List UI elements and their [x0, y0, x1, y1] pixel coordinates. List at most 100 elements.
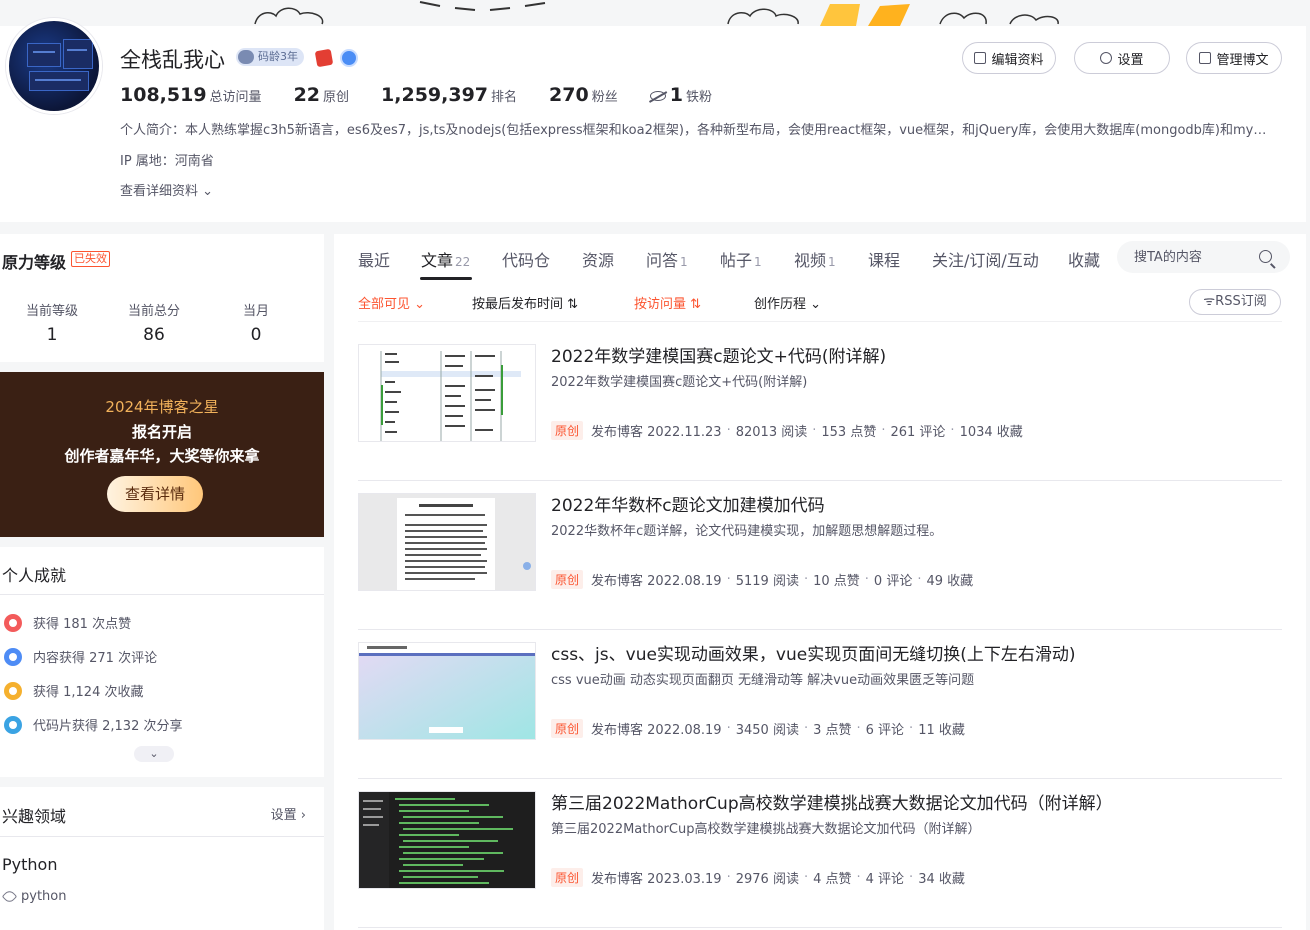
- avatar-line: [35, 79, 81, 81]
- tab-recent[interactable]: 最近: [358, 247, 390, 271]
- force-label: 当前总分: [127, 304, 180, 319]
- article-title[interactable]: 第三届2022MathorCup高校数学建模挑战赛大数据论文加代码（附详解）: [551, 789, 1113, 814]
- tab-favorites[interactable]: 收藏: [1068, 247, 1100, 271]
- avatar-screen-bottom: [29, 71, 89, 91]
- original-badge: 原创: [551, 421, 584, 440]
- stat-iron-fans[interactable]: 1 铁粉: [649, 84, 712, 106]
- search-icon[interactable]: [1259, 250, 1272, 263]
- tab-articles[interactable]: 文章 22: [421, 247, 470, 271]
- expand-achievements-button[interactable]: ⌄: [134, 746, 174, 762]
- rss-subscribe-button[interactable]: ᯤRSS订阅: [1189, 289, 1281, 315]
- code-age-badge: 码龄3年: [236, 48, 304, 66]
- achievement-likes: 获得 181 次点赞: [4, 613, 131, 632]
- favorite-count: 11 收藏: [918, 723, 965, 738]
- stat-label: 铁粉: [685, 90, 712, 105]
- interest-card: 兴趣领域 设置 › Python python: [0, 787, 324, 930]
- tab-qa[interactable]: 问答 1: [646, 247, 688, 271]
- read-count: 5119 阅读: [735, 574, 799, 589]
- separator-dot: ·: [864, 572, 869, 587]
- avatar[interactable]: [6, 18, 102, 114]
- filter-bar: 全部可见 ⌄ 按最后发布时间 ⇅ 按访问量 ⇅ 创作历程 ⌄ ᯤRSS订阅: [334, 280, 1306, 322]
- stat-value: 1,259,397: [381, 84, 489, 106]
- article-thumbnail[interactable]: [358, 791, 536, 889]
- tab-resources[interactable]: 资源: [582, 247, 614, 271]
- separator-dot: ·: [856, 870, 861, 885]
- force-label: 当月: [242, 304, 269, 319]
- manage-posts-button[interactable]: 管理博文: [1186, 42, 1282, 74]
- article-thumbnail[interactable]: [358, 344, 536, 442]
- visibility-filter-label: 全部可见: [358, 297, 411, 312]
- article-item[interactable]: 2022年数学建模国赛c题论文+代码(附详解) 2022年数学建模国赛c题论文+…: [358, 332, 1282, 481]
- interest-category: Python: [2, 855, 58, 874]
- tab-label: 文章: [421, 251, 454, 270]
- favorite-count: 49 收藏: [926, 574, 974, 589]
- interest-tag[interactable]: python: [1, 888, 66, 905]
- profile-intro: 个人简介：本人熟练掌握c3h5新语言，es6及es7，js,ts及nodejs(…: [120, 123, 1270, 138]
- stat-visits: 108,519 总访问量: [120, 84, 262, 106]
- rss-icon: ᯤ: [1203, 294, 1216, 309]
- tab-code-repo[interactable]: 代码仓: [502, 247, 550, 271]
- force-level-title: 原力等级: [2, 253, 67, 272]
- visibility-filter[interactable]: 全部可见 ⌄: [358, 293, 425, 312]
- code-age-label: 码龄3年: [258, 50, 298, 63]
- divider: [0, 594, 324, 595]
- sort-by-time[interactable]: 按最后发布时间 ⇅: [472, 293, 578, 312]
- article-item[interactable]: css、js、vue实现动画效果，vue实现页面间无缝切换(上下左右滑动) cs…: [358, 630, 1282, 779]
- profile-header: 全栈乱我心 码龄3年 108,519 总访问量 22 原创 1,259,397 …: [0, 18, 1306, 222]
- read-count: 2976 阅读: [735, 872, 799, 887]
- separator-dot: ·: [803, 572, 809, 587]
- edit-profile-button[interactable]: 编辑资料: [962, 42, 1056, 74]
- tab-label: 代码仓: [502, 251, 551, 270]
- content-tabs: 最近 文章 22 代码仓 资源 问答 1 帖子 1 视频 1 课程 关注/订阅/互动 收…: [334, 234, 1306, 280]
- stat-original[interactable]: 22 原创: [294, 84, 349, 106]
- stat-fans[interactable]: 270 粉丝: [549, 84, 618, 106]
- favorite-count: 1034 收藏: [959, 425, 1023, 440]
- stat-rank[interactable]: 1,259,397 排名: [381, 84, 517, 106]
- original-badge: 原创: [551, 719, 584, 738]
- interest-title: 兴趣领域: [2, 807, 67, 826]
- rss-label: RSS订阅: [1215, 294, 1267, 309]
- search-input[interactable]: [1117, 241, 1237, 273]
- sort-by-visits[interactable]: 按访问量 ⇅: [634, 293, 701, 312]
- tab-follow[interactable]: 关注/订阅/互动: [932, 247, 1039, 271]
- tab-courses[interactable]: 课程: [868, 247, 900, 271]
- article-thumbnail[interactable]: [358, 642, 536, 740]
- comment-count: 0 评论: [873, 574, 913, 589]
- article-thumbnail[interactable]: [358, 493, 536, 591]
- sort-visits-label: 按访问量: [634, 297, 687, 312]
- stat-value: 1: [669, 84, 683, 106]
- creation-history[interactable]: 创作历程 ⌄: [754, 293, 821, 312]
- article-item[interactable]: 第三届2022MathorCup高校数学建模挑战赛大数据论文加代码（附详解） 第…: [358, 779, 1282, 928]
- article-summary: 第三届2022MathorCup高校数学建模挑战赛大数据论文加代码（附详解）: [551, 822, 981, 837]
- separator-dot: ·: [726, 870, 731, 885]
- separator-dot: ·: [950, 423, 955, 438]
- view-details-link[interactable]: 查看详细资料 ⌄: [120, 180, 213, 199]
- tab-count: 1: [754, 255, 762, 269]
- red-badge-icon[interactable]: [314, 48, 334, 68]
- like-count: 10 点赞: [813, 574, 860, 589]
- stat-label: 粉丝: [591, 90, 618, 105]
- banner-illustration: [254, 1, 1059, 26]
- article-meta: 原创 发布博客 2022.11.23 · 82013 阅读 · 153 点赞 · 26…: [551, 421, 1023, 440]
- publish-date: 发布博客 2022.08.19: [591, 723, 722, 738]
- force-level-card: 原力等级 已失效 当前等级 1 当前总分 86 当月 0: [0, 234, 324, 362]
- achievement-text: 内容获得 271 次评论: [33, 651, 158, 666]
- interest-settings-link[interactable]: 设置 ›: [271, 804, 306, 823]
- force-current-level: 当前等级 1: [2, 300, 102, 345]
- article-item[interactable]: 2022年华数杯c题论文加建模加代码 2022华数杯年c题详解，论文代码建模实现…: [358, 481, 1282, 630]
- tab-videos[interactable]: 视频 1: [794, 247, 836, 271]
- tab-posts[interactable]: 帖子 1: [720, 247, 762, 271]
- article-title[interactable]: 2022年华数杯c题论文加建模加代码: [551, 491, 825, 516]
- promo-details-button[interactable]: 查看详情: [107, 476, 203, 512]
- blue-badge-icon[interactable]: [340, 49, 358, 67]
- blog-star-promo[interactable]: 2024年博客之星 报名开启 创作者嘉年华，大奖等你来拿 查看详情: [0, 372, 324, 537]
- document-thumbnail-graphic: [359, 494, 535, 590]
- manage-posts-label: 管理博文: [1216, 52, 1269, 68]
- separator-dot: ·: [803, 870, 809, 885]
- article-title[interactable]: 2022年数学建模国赛c题论文+代码(附详解): [551, 342, 886, 367]
- settings-button[interactable]: 设置: [1074, 42, 1170, 74]
- article-title[interactable]: css、js、vue实现动画效果，vue实现页面间无缝切换(上下左右滑动): [551, 640, 1076, 665]
- favorite-badge-icon: [4, 681, 22, 700]
- divider: [358, 321, 1282, 322]
- avatar-screen-left: [27, 43, 61, 67]
